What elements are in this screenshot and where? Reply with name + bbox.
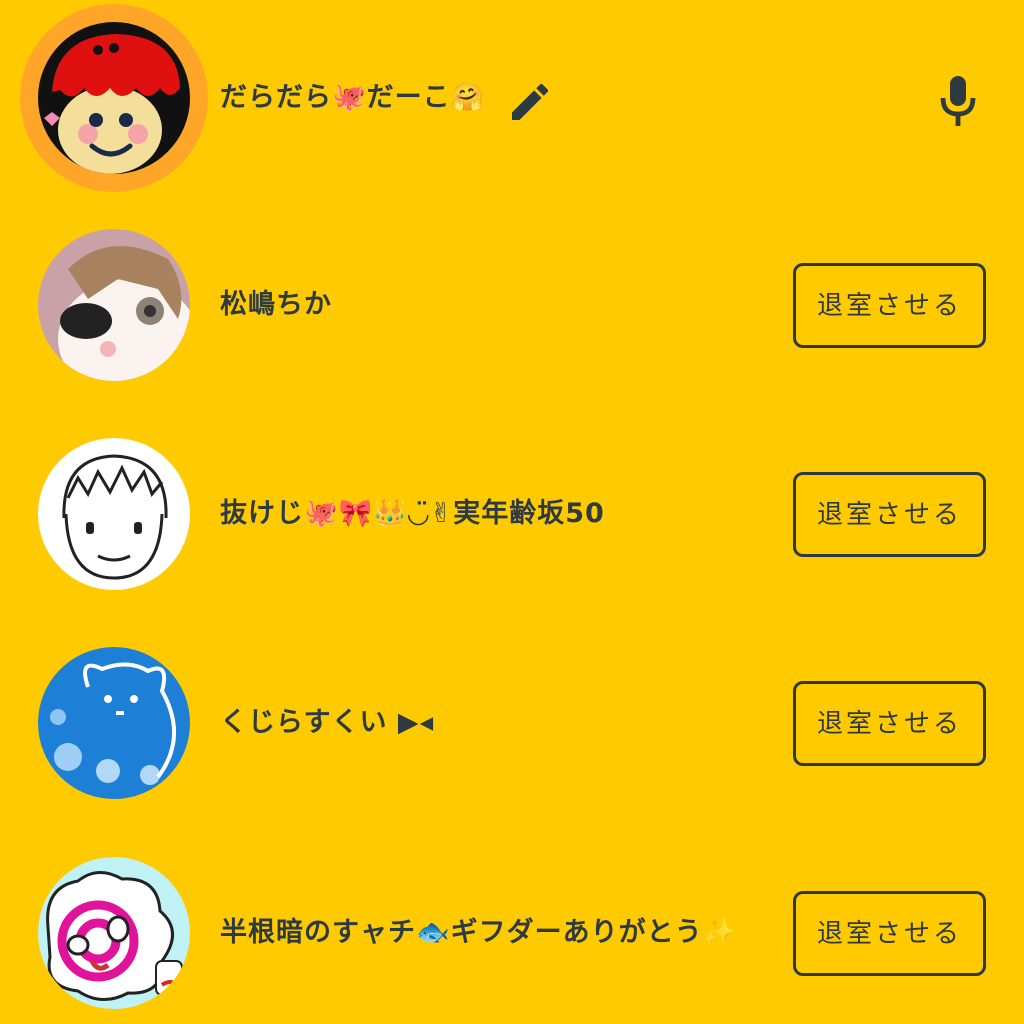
host-name: だらだら🐙だーこ🤗 <box>220 82 486 113</box>
kick-button[interactable]: 退室させる <box>793 891 986 976</box>
anime-eyepatch-avatar-image <box>38 229 190 381</box>
kick-button[interactable]: 退室させる <box>793 681 986 766</box>
blue-bear-avatar-image <box>38 647 190 799</box>
pencil-icon[interactable] <box>506 78 554 126</box>
member-row: 半根暗のすャチ🐟ギフダーありがとう✨ 退室させる <box>0 838 1024 1024</box>
participant-list: だらだら🐙だーこ🤗 松嶋ちか 退室させる 抜けじ🐙🎀👑◡̈✌実年齢坂50 退室さ… <box>0 0 1024 1024</box>
member-row: 抜けじ🐙🎀👑◡̈✌実年齢坂50 退室させる <box>0 419 1024 609</box>
member-row: 松嶋ちか 退室させる <box>0 210 1024 400</box>
octopus-doll-avatar-image <box>38 22 190 174</box>
host-row: だらだら🐙だーこ🤗 <box>0 0 1024 192</box>
member-name: 半根暗のすャチ🐟ギフダーありがとう✨ <box>220 917 738 948</box>
member-avatar[interactable] <box>38 647 190 799</box>
member-avatar[interactable] <box>38 438 190 590</box>
member-row: くじらすくい ▶◂ 退室させる <box>0 628 1024 818</box>
microphone-icon[interactable] <box>934 74 982 128</box>
member-name: 松嶋ちか <box>220 289 332 320</box>
member-name: くじらすくい ▶◂ <box>220 707 435 738</box>
member-name: 抜けじ🐙🎀👑◡̈✌実年齢坂50 <box>220 498 605 529</box>
member-avatar[interactable] <box>38 857 190 1009</box>
member-avatar[interactable] <box>38 229 190 381</box>
line-drawing-boy-avatar-image <box>38 438 190 590</box>
kick-button[interactable]: 退室させる <box>793 263 986 348</box>
host-avatar[interactable] <box>20 4 208 192</box>
kick-button[interactable]: 退室させる <box>793 472 986 557</box>
pink-spiral-doodle-avatar-image <box>38 857 190 1009</box>
